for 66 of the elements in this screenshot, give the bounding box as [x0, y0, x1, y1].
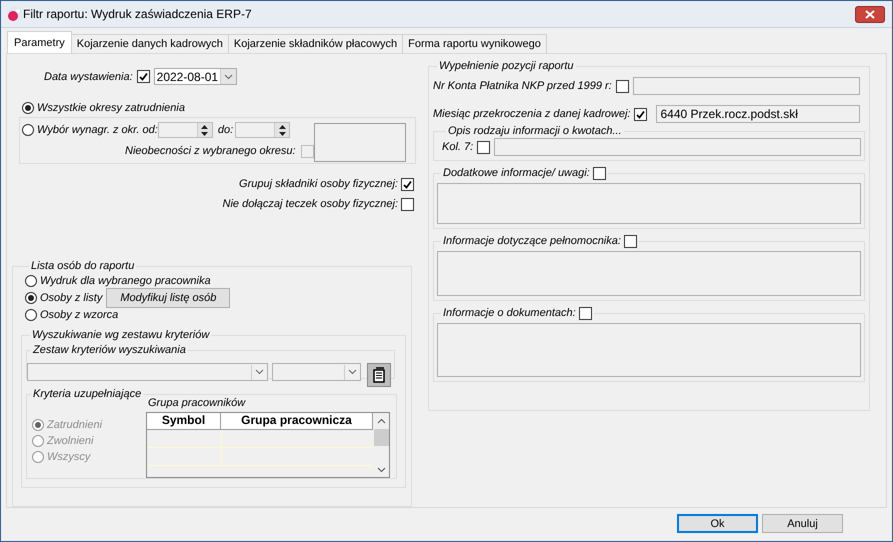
radio-label: Wszystkie okresy zatrudnienia [37, 102, 185, 114]
radio-label: Wydruk dla wybranego pracownika [40, 274, 211, 287]
tab[interactable]: Forma raportu wynikowego [402, 34, 547, 53]
group-title: Informacje o dokumentach: [443, 307, 576, 320]
radio-button[interactable] [25, 308, 37, 321]
chevron-down-icon [376, 466, 386, 473]
spin-field[interactable] [158, 122, 213, 138]
group-title: Lista osób do raportu [31, 260, 134, 273]
checkbox-label: Nie dołączaj teczek osoby fizycznej: [222, 198, 398, 210]
radio-button[interactable] [22, 102, 34, 114]
chevron-down-icon [255, 369, 264, 376]
field-label: Kol. 7: [442, 141, 474, 153]
radio-button[interactable] [22, 124, 34, 136]
group-title: Dodatkowe informacje/ uwagi: [443, 167, 590, 180]
close-button[interactable] [855, 6, 885, 22]
document-button[interactable] [367, 362, 391, 387]
spin-arrows-icon [278, 124, 286, 136]
checkbox[interactable] [592, 167, 606, 180]
radio-label: Wszyscy [47, 450, 90, 463]
spin-field[interactable] [235, 122, 290, 138]
checkbox[interactable] [578, 307, 592, 320]
group-title: Opis rodzaju informacji o kwotach... [448, 125, 622, 138]
checkbox[interactable] [401, 198, 414, 211]
group-title: Wyszukiwanie wg zestawu kryteriów [32, 328, 210, 342]
field-label: Nieobecności z wybranego okresu: [125, 145, 296, 158]
group-title: Zestaw kryteriów wyszukiwania [33, 344, 186, 357]
spin-arrows-icon [201, 124, 208, 136]
group-title: Wypełnienie pozycji raportu [439, 60, 574, 73]
checkbox[interactable] [401, 178, 414, 191]
table-label: Grupa pracowników [148, 396, 247, 409]
cancel-button[interactable]: Anuluj [762, 514, 843, 533]
document-icon [373, 366, 385, 383]
modify-list-button[interactable]: Modyfikuj listę osób [106, 288, 230, 308]
radio-label: Osoby z wzorca [40, 308, 118, 321]
checkbox[interactable] [634, 108, 648, 120]
field-label: do: [218, 124, 234, 136]
chevron-down-icon [224, 74, 234, 80]
text-field[interactable] [494, 138, 861, 156]
column-header[interactable]: Symbol [147, 412, 221, 429]
radio-button[interactable] [25, 292, 37, 304]
chevron-up-icon [376, 418, 386, 424]
radio-button[interactable] [25, 274, 37, 287]
date-picker[interactable]: 2022-08-01 [154, 68, 238, 85]
radio-label: Osoby z listy [40, 292, 102, 304]
group-title: Kryteria uzupełniające [33, 388, 142, 401]
checkbox[interactable] [477, 140, 490, 154]
field-label: Miesiąc przekroczenia z danej kadrowej: [433, 108, 630, 120]
field-label: Nr Konta Płatnika NKP przed 1999 r: [433, 80, 612, 92]
radio-label: Zwolnieni [47, 434, 94, 447]
column-header[interactable]: Grupa pracownicza [221, 412, 373, 429]
tab[interactable]: Parametry [7, 31, 72, 53]
radio-label: Wybór wynagr. z okr. od: [37, 124, 158, 136]
checkbox[interactable] [624, 235, 637, 248]
radio-label: Zatrudnieni [47, 418, 102, 431]
group-title: Informacje dotyczące pełnomocnika: [443, 235, 621, 248]
ok-button[interactable]: Ok [677, 514, 758, 533]
checkbox[interactable] [616, 80, 629, 92]
close-icon [865, 10, 875, 18]
checkbox-label: Grupuj składniki osoby fizycznej: [239, 178, 398, 190]
text-field[interactable]: 6440 Przek.rocz.podst.skł [656, 105, 860, 123]
app-icon [7, 6, 23, 22]
field-label: Data wystawienia: [44, 70, 133, 82]
text-field[interactable] [632, 77, 860, 95]
window-title: Filtr raportu: Wydruk zaświadczenia ERP-7 [23, 7, 253, 21]
chevron-down-icon [348, 369, 357, 376]
checkbox[interactable] [136, 70, 150, 83]
